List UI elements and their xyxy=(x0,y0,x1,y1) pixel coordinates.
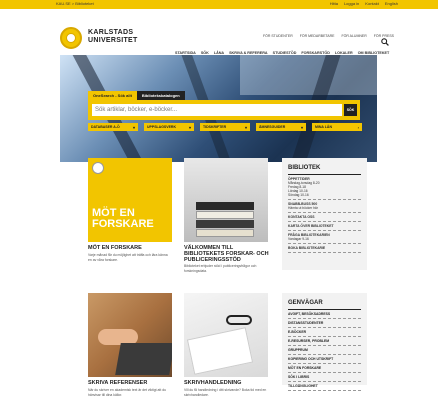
breadcrumb[interactable]: KAU.SE > Biblioteket xyxy=(56,1,94,6)
card-title[interactable]: MÖT EN FORSKARE xyxy=(88,245,172,251)
shortcut-link[interactable]: E-BÖCKER xyxy=(288,328,361,337)
link-staff[interactable]: FÖR MEDARBETARE xyxy=(300,34,335,38)
chevron-down-icon: ▾ xyxy=(244,124,247,130)
chevron-down-icon: ▾ xyxy=(300,124,303,130)
panel-title: BIBLIOTEK xyxy=(288,165,321,171)
shortcut-link[interactable]: TILLGÄNGLIGHET xyxy=(288,382,361,391)
search-shortcuts: DATABASER A-Ö ▾ UPPSLAGSVERK ▾ TIDSKRIFTER… xyxy=(88,123,362,131)
card-text: När du skriver en akademisk text är det … xyxy=(88,388,167,397)
shortcuts-panel: GENVÄGAR AVGIFT, BESÖKSADRESS DISTANSSTU… xyxy=(282,293,367,391)
search-button[interactable]: SÖK xyxy=(344,104,357,116)
filter-journals[interactable]: TIDSKRIFTER ▾ xyxy=(200,123,250,131)
filter-databases[interactable]: DATABASER A-Ö ▾ xyxy=(88,123,138,131)
library-row-book[interactable]: BOKA BIBLIOTEKARIE xyxy=(288,244,361,253)
library-row-ask[interactable]: FRÅGA BIBLIOTEKARIEN Vardagar 9-16 xyxy=(288,231,361,244)
link-students[interactable]: FÖR STUDENTER xyxy=(263,34,293,38)
library-row-hours[interactable]: ÖPPETTIDER Måndag-torsdag 8-20 Fredag 8-… xyxy=(288,175,361,200)
card-text: Varje månad får du möjlighet att träffa … xyxy=(88,253,168,262)
card-image-books[interactable] xyxy=(184,158,268,242)
utility-link-login[interactable]: Logga in xyxy=(344,1,359,6)
search-input[interactable]: Sök artiklar, böcker, e-böcker... xyxy=(92,104,342,116)
chevron-down-icon: ▾ xyxy=(188,124,191,130)
tab-onesearch[interactable]: OneSearch - Sök allt xyxy=(88,91,137,100)
card-text: Biblioteket erbjuder stöd i publicerings… xyxy=(184,264,257,273)
filter-subject-guides[interactable]: ÄMNESGUIDER ▾ xyxy=(256,123,306,131)
audience-links: FÖR STUDENTER FÖR MEDARBETARE FÖR ALUMNE… xyxy=(263,34,394,38)
card-title[interactable]: SKRIVA REFERENSER xyxy=(88,380,172,386)
shortcut-link[interactable]: DISTANSSTUDENTER xyxy=(288,319,361,328)
card-title[interactable]: VÄLKOMMEN TILL BIBLIOTEKETS FORSKAR- OCH… xyxy=(184,245,270,263)
shortcut-link[interactable]: KOPIERING OCH UTSKRIFT xyxy=(288,355,361,364)
card-image-writing[interactable] xyxy=(88,293,172,377)
card-text: Vill du få handledning i ditt skrivande?… xyxy=(184,388,267,397)
filter-reference[interactable]: UPPSLAGSVERK ▾ xyxy=(144,123,194,131)
shortcut-link[interactable]: AVGIFT, BESÖKSADRESS xyxy=(288,310,361,319)
search-tabs: OneSearch - Sök allt Bibliotekskatalogen xyxy=(88,91,185,100)
shortcut-link[interactable]: E-RESURSER, PROBLEM xyxy=(288,337,361,346)
card-image-glasses[interactable] xyxy=(184,293,268,377)
library-row-contact[interactable]: KONTAKTA OSS xyxy=(288,213,361,222)
tab-catalogue[interactable]: Bibliotekskatalogen xyxy=(136,91,185,100)
card-image-researcher[interactable]: MÖT EN FORSKARE xyxy=(88,158,172,242)
chevron-right-icon: › xyxy=(357,124,359,130)
university-seal-icon[interactable] xyxy=(60,27,82,49)
filter-my-loans[interactable]: MINA LÅN › xyxy=(312,123,362,131)
shortcut-link[interactable]: MÖT EN FORSKARE xyxy=(288,364,361,373)
link-alumni[interactable]: FÖR ALUMNER xyxy=(341,34,366,38)
university-seal-icon xyxy=(92,162,104,174)
shortcut-link[interactable]: GRUPPRUM xyxy=(288,346,361,355)
panel-title: GENVÄGAR xyxy=(288,300,323,306)
search-icon[interactable] xyxy=(381,38,389,46)
library-row-map[interactable]: KARTA ÖVER BIBLIOTEKET xyxy=(288,222,361,231)
utility-links: Hitta Logga in Kontakt English xyxy=(330,1,398,6)
library-row-bus[interactable]: SNABB-BUSS 500 Hämta ut böcker här xyxy=(288,200,361,213)
site-header: KARLSTADS UNIVERSITET FÖR STUDENTER FÖR … xyxy=(0,9,438,55)
shortcut-link[interactable]: SÖK I LIBRIS xyxy=(288,373,361,382)
card-title[interactable]: SKRIVHANDLEDNING xyxy=(184,380,270,386)
card-image-text: MÖT EN FORSKARE xyxy=(92,207,154,230)
utility-link-english[interactable]: English xyxy=(385,1,398,6)
utility-link-contact[interactable]: Kontakt xyxy=(365,1,379,6)
university-logo-text[interactable]: KARLSTADS UNIVERSITET xyxy=(88,29,138,45)
top-utility-bar: KAU.SE > Biblioteket Hitta Logga in Kont… xyxy=(0,0,438,9)
utility-link-find[interactable]: Hitta xyxy=(330,1,338,6)
chevron-down-icon: ▾ xyxy=(132,124,135,130)
library-panel: BIBLIOTEK ÖPPETTIDER Måndag-torsdag 8-20… xyxy=(282,158,367,270)
search-bar: Sök artiklar, böcker, e-böcker... SÖK xyxy=(88,100,360,120)
